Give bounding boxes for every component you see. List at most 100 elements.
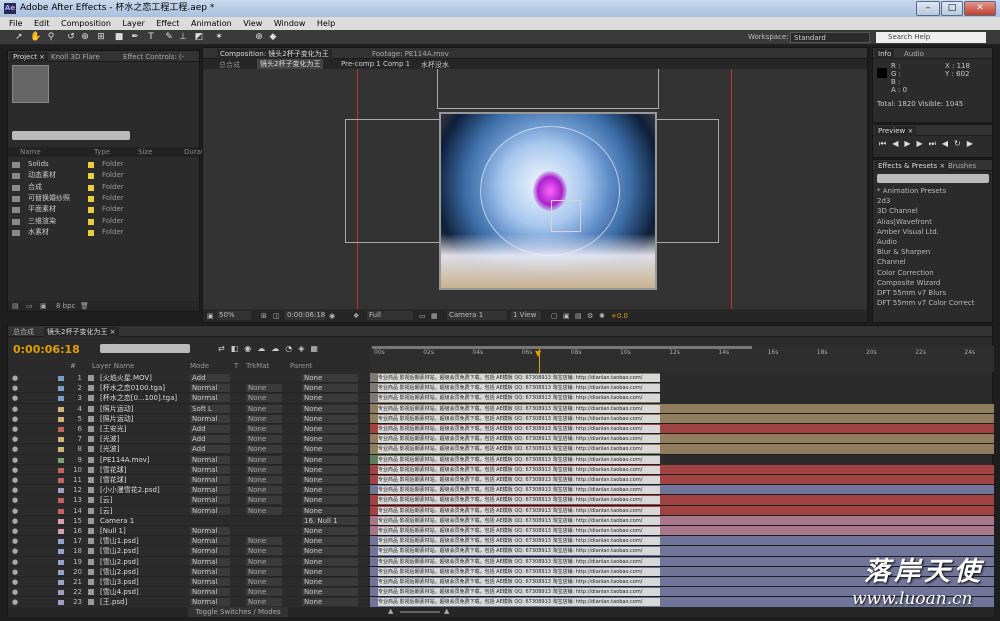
orbit-camera-icon[interactable]: ⊕	[80, 32, 90, 42]
draft-3d-icon[interactable]: ◧	[231, 344, 245, 353]
track-matte-select[interactable]: None	[246, 394, 282, 403]
visibility-eye-icon[interactable]: ●	[12, 536, 18, 546]
layer-row[interactable]: ● 16 [Null 1] Normal None	[8, 526, 370, 537]
layer-row[interactable]: ● 18 [雪山2.psd] Normal None None	[8, 546, 370, 557]
visibility-eye-icon[interactable]: ●	[12, 526, 18, 536]
breadcrumb-item[interactable]: Pre-comp 1 Comp 1	[341, 60, 410, 68]
blend-mode-select[interactable]: Normal	[190, 455, 230, 464]
timeline-zoom-slider[interactable]	[400, 611, 440, 613]
layer-row[interactable]: ● 19 [雪山2.psd] Normal None None	[8, 557, 370, 567]
mute-icon[interactable]: ◀	[942, 139, 954, 148]
trash-icon[interactable]: 🗑	[80, 302, 89, 310]
project-item[interactable]: Solids Folder	[8, 159, 199, 170]
parent-select[interactable]: None	[302, 598, 358, 607]
toggle-switches-modes-button[interactable]: Toggle Switches / Modes	[188, 607, 288, 617]
layer-duration-bar[interactable]: 专业商品 影视后期素材站，超级会员免费下载，包括 AE模板 QQ: 673089…	[370, 424, 994, 435]
parent-select[interactable]: None	[302, 465, 358, 474]
effect-category[interactable]: DFT 55mm v7 Color Correct	[877, 298, 974, 308]
exposure-reset-icon[interactable]: ✺	[599, 310, 605, 322]
blend-mode-select[interactable]: Normal	[190, 537, 230, 546]
parent-select[interactable]: None	[302, 455, 358, 464]
new-composition-icon[interactable]: ▣	[40, 302, 47, 310]
layer-name[interactable]: [云]	[100, 506, 112, 516]
effect-category[interactable]: * Animation Presets	[877, 186, 946, 196]
layer-name[interactable]: [Null 1]	[100, 526, 126, 536]
layer-label-color[interactable]	[58, 590, 64, 596]
track-matte-select[interactable]: None	[246, 476, 282, 484]
layer-duration-bar[interactable]: 专业商品 影视后期素材站，超级会员免费下载，包括 AE模板 QQ: 673089…	[370, 454, 660, 465]
layer-duration-bar[interactable]: 专业商品 影视后期素材站，超级会员免费下载，包括 AE模板 QQ: 673089…	[370, 444, 994, 455]
blend-mode-select[interactable]: Normal	[190, 567, 230, 576]
parent-select[interactable]: None	[302, 557, 358, 566]
layer-duration-bar[interactable]: 专业商品 影视后期素材站，超级会员免费下载，包括 AE模板 QQ: 673089…	[370, 464, 994, 475]
layer-label-color[interactable]	[58, 437, 64, 443]
eraser-tool-icon[interactable]: ◩	[194, 32, 204, 42]
hand-tool-icon[interactable]: ✋	[30, 32, 41, 42]
tab-info[interactable]: Info	[875, 49, 895, 59]
layer-duration-bar[interactable]: 专业商品 影视后期素材站，超级会员免费下载，包括 AE模板 QQ: 673089…	[370, 495, 994, 506]
interpret-footage-icon[interactable]: ▤	[12, 302, 19, 310]
layer-name[interactable]: [照片运动]	[100, 404, 133, 414]
layer-label-color[interactable]	[58, 498, 64, 504]
col-size[interactable]: Size	[138, 148, 152, 156]
layer-label-color[interactable]	[58, 396, 64, 402]
layer-name[interactable]: [雪山3.psd]	[100, 577, 139, 587]
last-frame-icon[interactable]: ⏭	[929, 139, 942, 148]
visibility-eye-icon[interactable]: ●	[12, 383, 18, 393]
region-of-interest-icon[interactable]: ▭	[419, 310, 426, 322]
blend-mode-select[interactable]: Normal	[190, 414, 230, 423]
col-type[interactable]: Type	[94, 148, 110, 156]
blend-mode-select[interactable]: Normal	[190, 527, 230, 535]
track-matte-select[interactable]: None	[246, 435, 282, 444]
parent-select[interactable]: None	[302, 567, 358, 576]
layer-duration-bar[interactable]: 专业商品 影视后期素材站，超级会员免费下载，包括 AE模板 QQ: 673089…	[370, 373, 660, 384]
blend-mode-select[interactable]: Normal	[190, 476, 230, 484]
exposure-value[interactable]: +0.0	[611, 310, 628, 322]
label-color-swatch[interactable]	[88, 195, 94, 202]
playhead-icon[interactable]: ▼	[535, 349, 541, 358]
visibility-eye-icon[interactable]: ●	[12, 485, 18, 495]
layer-name[interactable]: [雪山2.psd]	[100, 546, 139, 556]
clone-stamp-icon[interactable]: ⊥	[178, 32, 188, 42]
layer-row[interactable]: ● 6 [王安光] Add None None	[8, 424, 370, 435]
visibility-eye-icon[interactable]: ●	[12, 373, 18, 383]
parent-select[interactable]: None	[302, 506, 358, 515]
tab-brushes[interactable]: Brushes	[945, 161, 979, 171]
timeline-current-time[interactable]: 0:00:06:18	[13, 343, 80, 356]
layer-row[interactable]: ● 22 [雪山4.psd] Normal None None	[8, 587, 370, 598]
blend-mode-select[interactable]: Normal	[190, 486, 230, 495]
track-matte-select[interactable]: None	[246, 445, 282, 454]
close-button[interactable]: ✕	[964, 1, 996, 16]
layer-label-color[interactable]	[58, 447, 64, 453]
parent-select[interactable]: None	[302, 476, 358, 484]
blend-mode-select[interactable]: Normal	[190, 557, 230, 566]
loop-icon[interactable]: ↻	[954, 139, 967, 148]
layer-row[interactable]: ● 12 [小小漫雪花2.psd] Normal None None	[8, 485, 370, 496]
col-parent[interactable]: Parent	[290, 362, 312, 370]
next-frame-icon[interactable]: ▶	[917, 139, 929, 148]
layer-row[interactable]: ● 14 [云] Normal None None	[8, 506, 370, 516]
layer-name[interactable]: [雪花球]	[100, 465, 126, 475]
layer-label-color[interactable]	[58, 376, 64, 381]
parent-select[interactable]: None	[302, 374, 358, 382]
always-preview-icon[interactable]: ▣	[207, 310, 214, 322]
project-search-input[interactable]	[12, 131, 130, 140]
visibility-eye-icon[interactable]: ●	[12, 414, 18, 424]
menu-view[interactable]: View	[243, 19, 262, 28]
first-frame-icon[interactable]: ⏮	[879, 139, 892, 148]
track-matte-select[interactable]: None	[246, 496, 282, 505]
layer-label-color[interactable]	[58, 508, 64, 514]
blend-mode-select[interactable]: Normal	[190, 384, 230, 393]
toggle-pixel-icon[interactable]: ▢	[551, 310, 558, 322]
comp-mini-flowchart-icon[interactable]: ⇄	[218, 344, 231, 353]
fast-preview-icon[interactable]: ▣	[563, 310, 570, 322]
parent-select[interactable]: None	[302, 384, 358, 393]
snapshot-icon[interactable]: ◉	[329, 310, 335, 322]
parent-select[interactable]: None	[302, 435, 358, 444]
new-folder-icon[interactable]: ▭	[26, 302, 33, 310]
layer-duration-bar[interactable]: 专业商品 影视后期素材站，超级会员免费下载，包括 AE模板 QQ: 673089…	[370, 403, 994, 414]
minimize-button[interactable]: –	[916, 1, 940, 16]
visibility-eye-icon[interactable]: ●	[12, 587, 18, 597]
motion-blur-icon[interactable]: ◔	[285, 344, 298, 353]
label-color-swatch[interactable]	[88, 207, 94, 214]
